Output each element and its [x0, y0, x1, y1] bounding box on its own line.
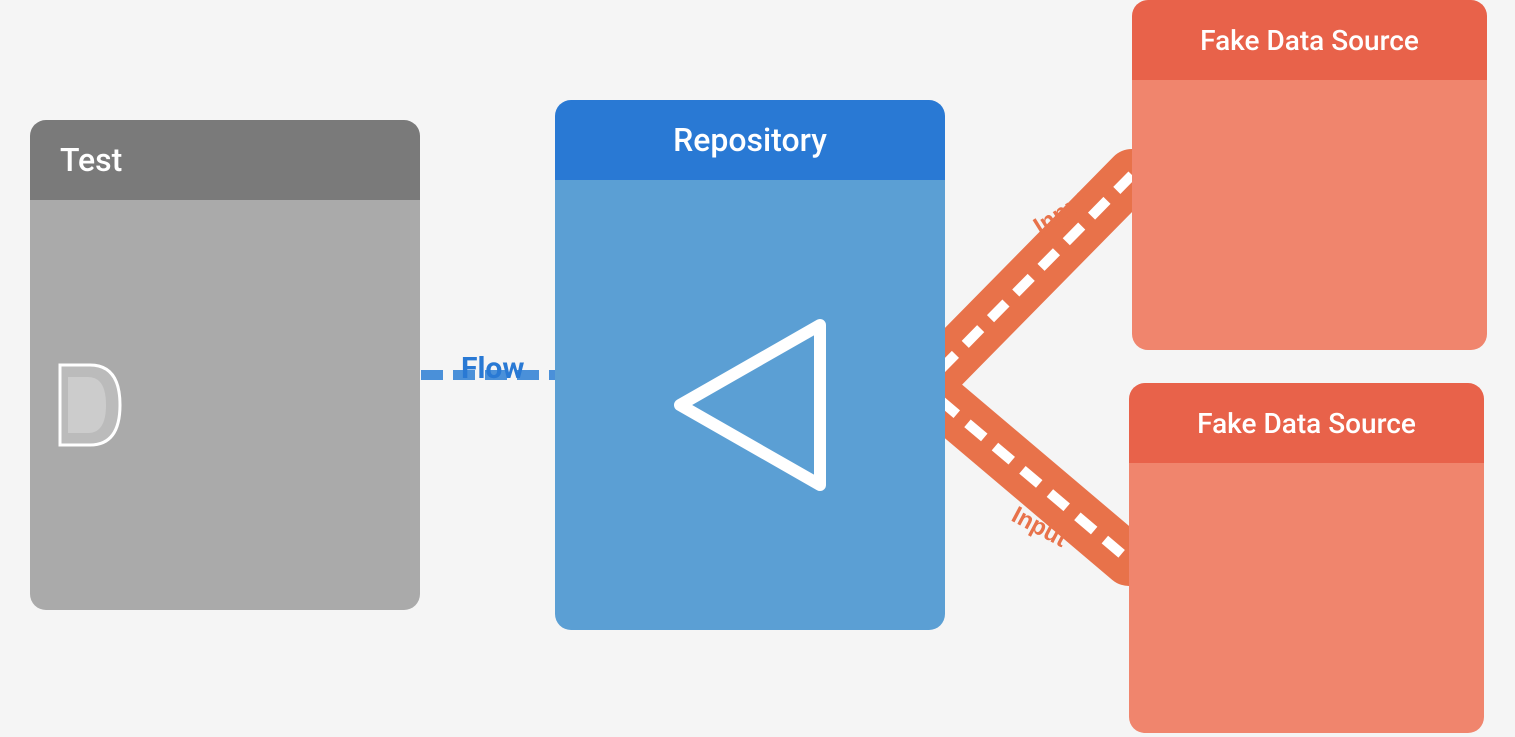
fds2-header: Fake Data Source [1129, 383, 1484, 463]
fds1-header: Fake Data Source [1132, 0, 1487, 80]
test-node-header: Test [30, 120, 420, 200]
fds1-title: Fake Data Source [1200, 24, 1419, 57]
test-node: Test [30, 120, 420, 610]
fds2-body [1129, 463, 1484, 733]
input-dash-1 [940, 175, 1132, 370]
repository-node: Repository [555, 100, 945, 630]
repository-node-header: Repository [555, 100, 945, 180]
repository-node-title: Repository [673, 121, 827, 159]
input-label-2: Input [1007, 501, 1071, 552]
input-label-1: Input [1029, 186, 1093, 240]
canvas: Input Input Test Flow [0, 0, 1515, 737]
input-dash-2 [940, 400, 1129, 560]
fake-data-source-node-2: Fake Data Source [1129, 383, 1484, 733]
fake-data-source-node-1: Fake Data Source [1132, 0, 1487, 350]
input-band-2 [940, 400, 1129, 560]
input-band-1 [940, 175, 1132, 370]
port-symbol [50, 355, 130, 455]
test-node-body [30, 200, 420, 610]
flow-label: Flow [461, 351, 524, 386]
repository-node-body [555, 180, 945, 630]
repo-arrow-icon [650, 305, 850, 505]
fds2-title: Fake Data Source [1197, 407, 1416, 440]
fds1-body [1132, 80, 1487, 350]
test-node-title: Test [60, 141, 122, 179]
